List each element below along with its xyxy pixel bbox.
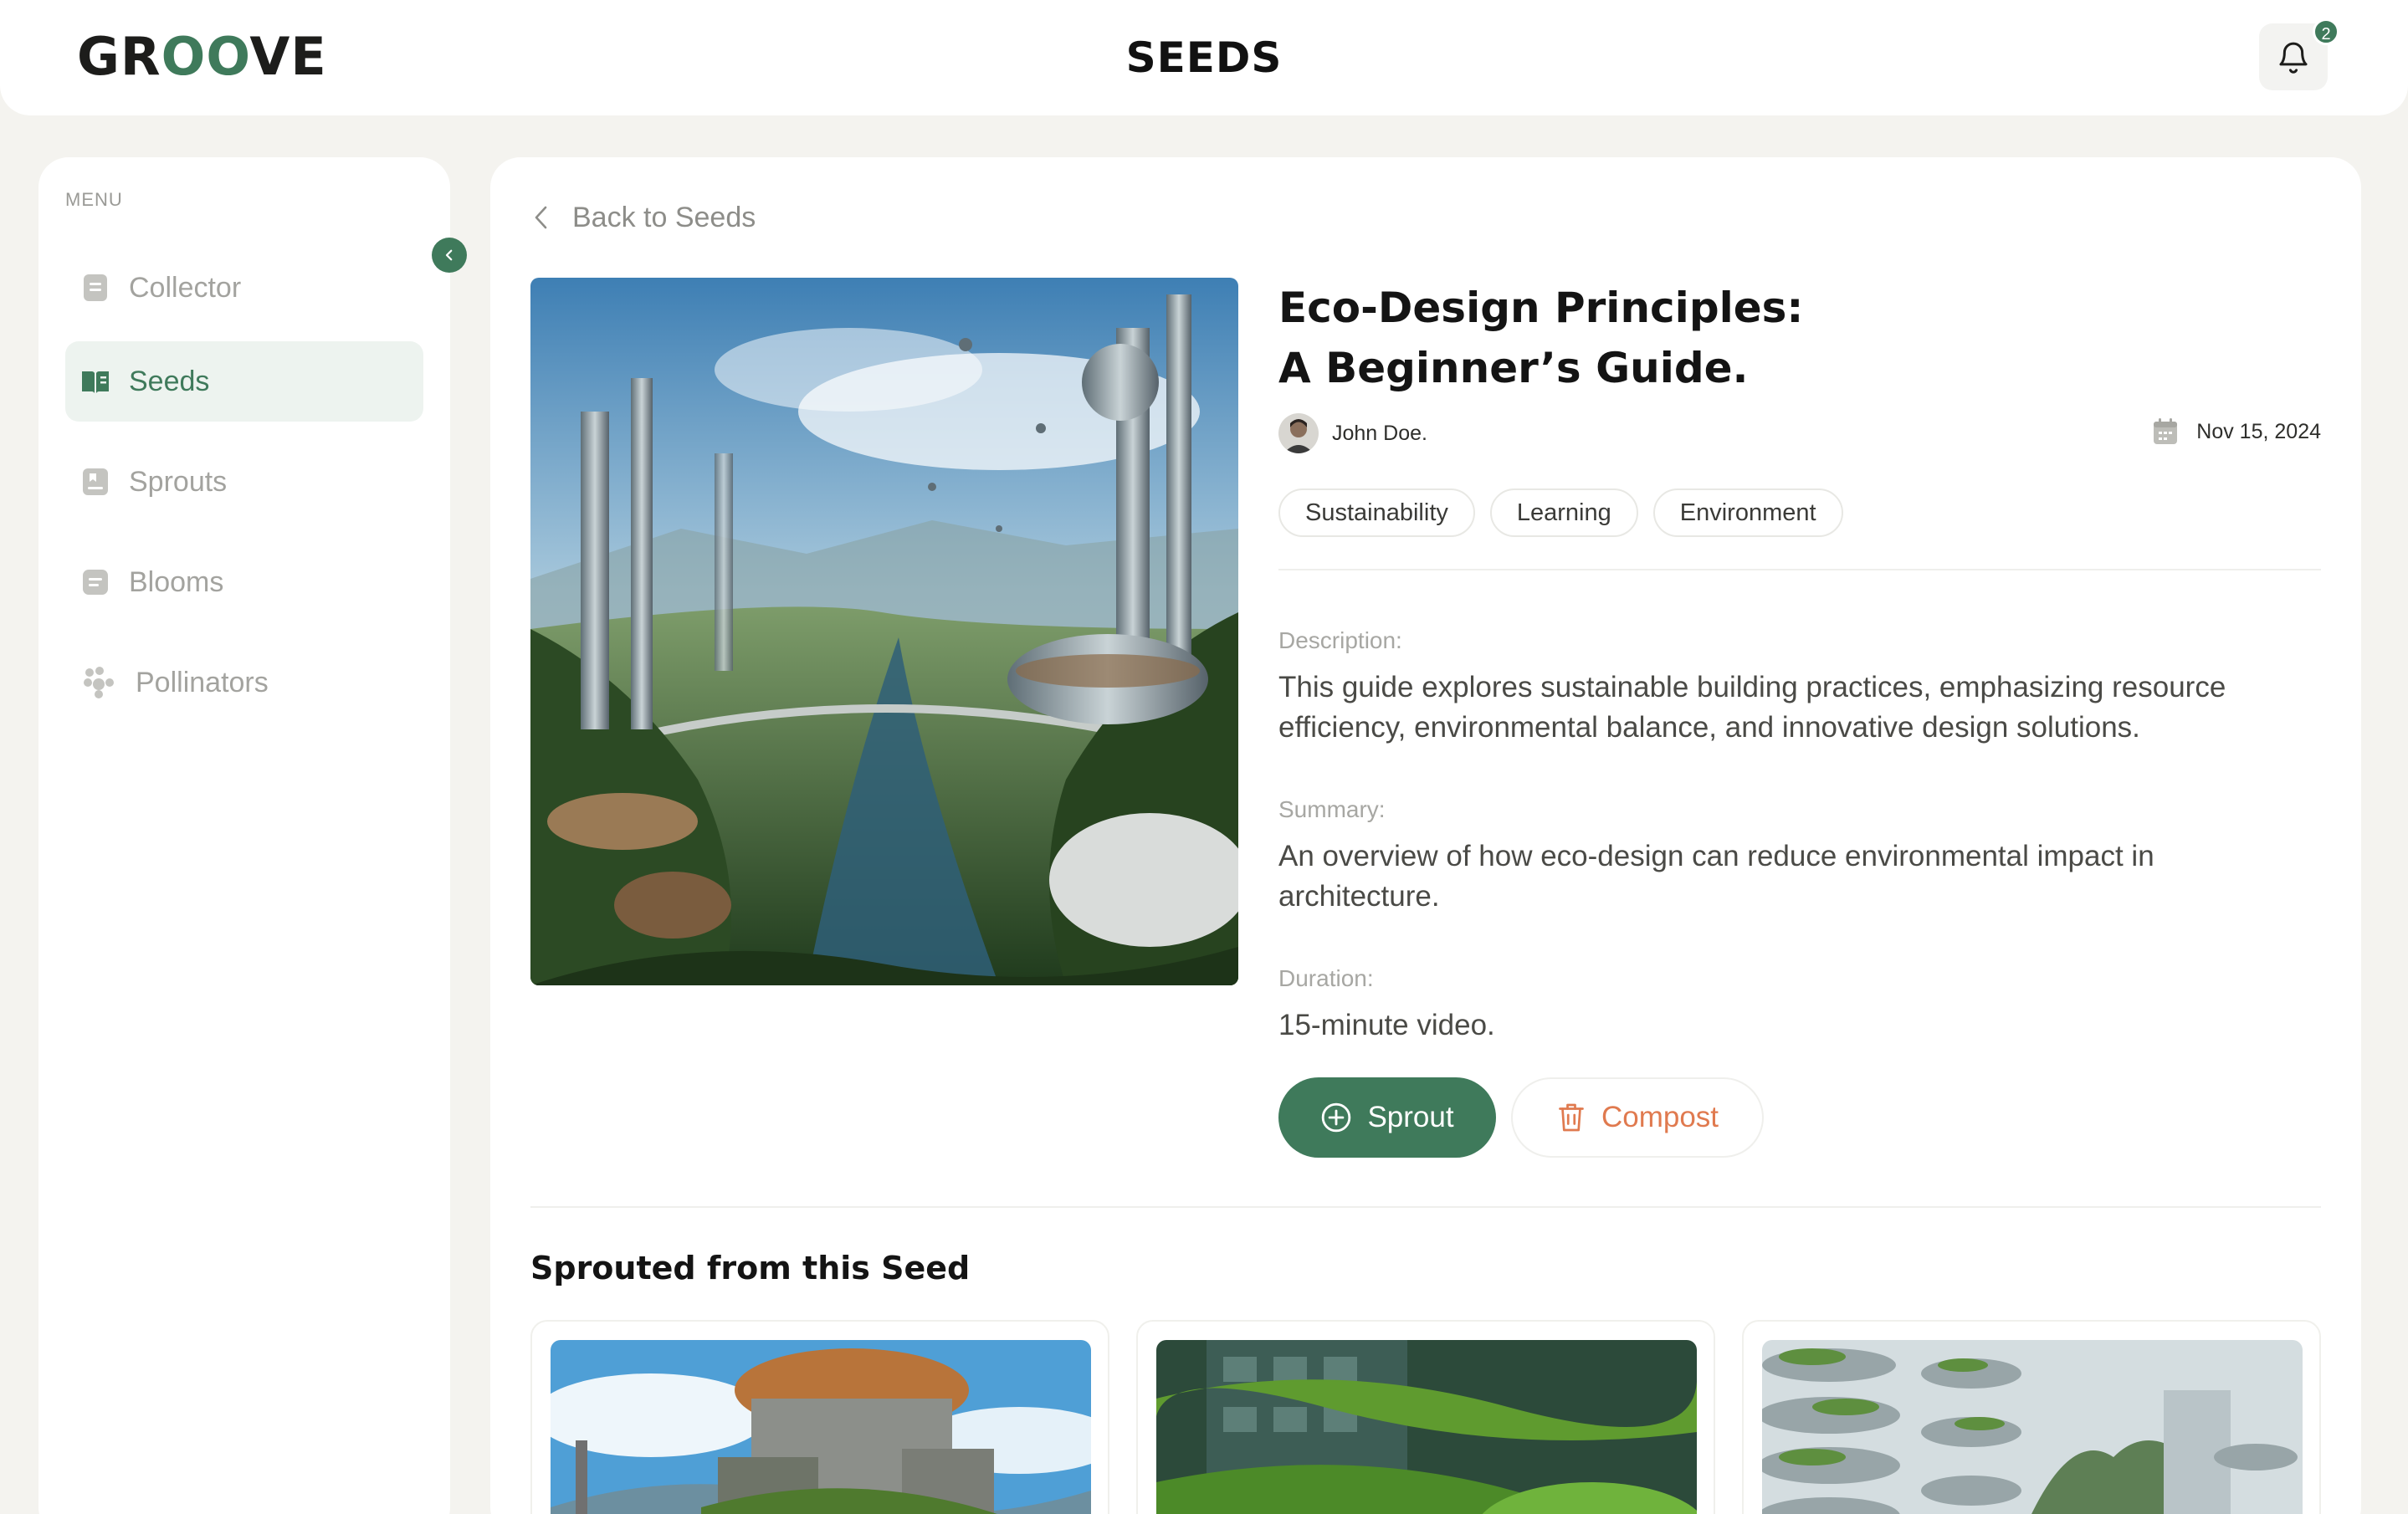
tag-chip[interactable]: Learning — [1489, 488, 1638, 537]
notifications-button[interactable]: 2 — [2259, 18, 2339, 90]
sprouted-section-title: Sprouted from this Seed — [530, 1250, 971, 1286]
sidebar-item-label: Collector — [129, 271, 242, 304]
sidebar-item-label: Pollinators — [136, 666, 269, 698]
author[interactable]: John Doe. — [1278, 413, 1427, 453]
notification-badge: 2 — [2313, 18, 2339, 45]
compost-label: Compost — [1601, 1101, 1719, 1133]
seed-cover-image — [530, 278, 1238, 985]
duration-label: Duration: — [1278, 965, 1374, 991]
date-label: Nov 15, 2024 — [2196, 419, 2321, 443]
back-link-label: Back to Seeds — [572, 201, 756, 233]
tag-chip[interactable]: Environment — [1652, 488, 1843, 537]
sidebar-item-blooms[interactable]: Blooms — [65, 542, 423, 622]
sprout-label: Sprout — [1367, 1101, 1454, 1133]
sidebar-item-sprouts[interactable]: Sprouts — [65, 442, 423, 522]
avatar — [1278, 413, 1319, 453]
page-title: SEEDS — [1125, 33, 1283, 82]
chevron-left-icon — [445, 249, 453, 261]
sidebar-item-label: Sprouts — [129, 465, 228, 498]
sidebar-item-seeds[interactable]: Seeds — [65, 341, 423, 422]
sidebar-item-label: Blooms — [129, 565, 224, 598]
pollinators-icon — [80, 667, 117, 698]
app-logo[interactable]: GROOVE — [77, 28, 327, 85]
sprout-thumbnail — [551, 1340, 1091, 1514]
calendar-icon — [2154, 418, 2178, 444]
menu-title: MENU — [65, 189, 123, 210]
chevron-left-icon — [535, 206, 547, 229]
sprout-button[interactable]: Sprout — [1278, 1077, 1496, 1158]
back-to-seeds-link[interactable]: Back to Seeds — [532, 199, 756, 236]
duration-text: 15-minute video. — [1278, 1009, 1495, 1041]
seed-title: Eco-Design Principles: A Beginner’s Guid… — [1278, 284, 1804, 392]
sprout-card[interactable] — [1742, 1320, 2321, 1514]
sidebar-item-collector[interactable]: Collector — [65, 248, 423, 328]
sidebar-item-label: Seeds — [129, 365, 210, 397]
trash-icon — [1559, 1103, 1584, 1132]
compost-button[interactable]: Compost — [1511, 1077, 1764, 1158]
section-divider — [530, 1206, 2321, 1208]
collector-icon — [80, 273, 110, 303]
meta-row: John Doe. Nov 15, 2024 — [1278, 413, 2321, 455]
sprout-thumbnail — [1762, 1340, 2303, 1514]
collapse-sidebar-button[interactable] — [432, 238, 467, 273]
tag-list: Sustainability Learning Environment — [1278, 488, 1843, 537]
sidebar: MENU Collector Seeds Sprouts Blooms Poll… — [38, 157, 467, 1514]
sprout-icon — [80, 467, 110, 497]
author-name: John Doe. — [1332, 421, 1427, 445]
summary-text: An overview of how eco-design can reduce… — [1278, 840, 2154, 913]
sidebar-item-pollinators[interactable]: Pollinators — [65, 642, 423, 723]
top-header: GROOVE SEEDS 2 — [0, 0, 2408, 115]
tag-chip[interactable]: Sustainability — [1278, 488, 1475, 537]
description-text: This guide explores sustainable building… — [1278, 671, 2226, 744]
sprout-thumbnail — [1156, 1340, 1697, 1514]
plus-circle-icon — [1322, 1102, 1351, 1133]
summary-label: Summary: — [1278, 796, 1386, 822]
divider — [1278, 569, 2321, 570]
seed-detail-panel: Back to Seeds Eco-Design Principles: A B… — [490, 157, 2361, 1514]
open-book-icon — [80, 366, 110, 396]
bell-icon — [2279, 42, 2308, 74]
sprout-card[interactable] — [1136, 1320, 1715, 1514]
publish-date: Nov 15, 2024 — [2153, 418, 2321, 445]
sprout-card[interactable] — [530, 1320, 1109, 1514]
description-label: Description: — [1278, 627, 1402, 653]
seed-details: Eco-Design Principles: A Beginner’s Guid… — [1278, 278, 2321, 1158]
bloom-icon — [80, 567, 110, 597]
